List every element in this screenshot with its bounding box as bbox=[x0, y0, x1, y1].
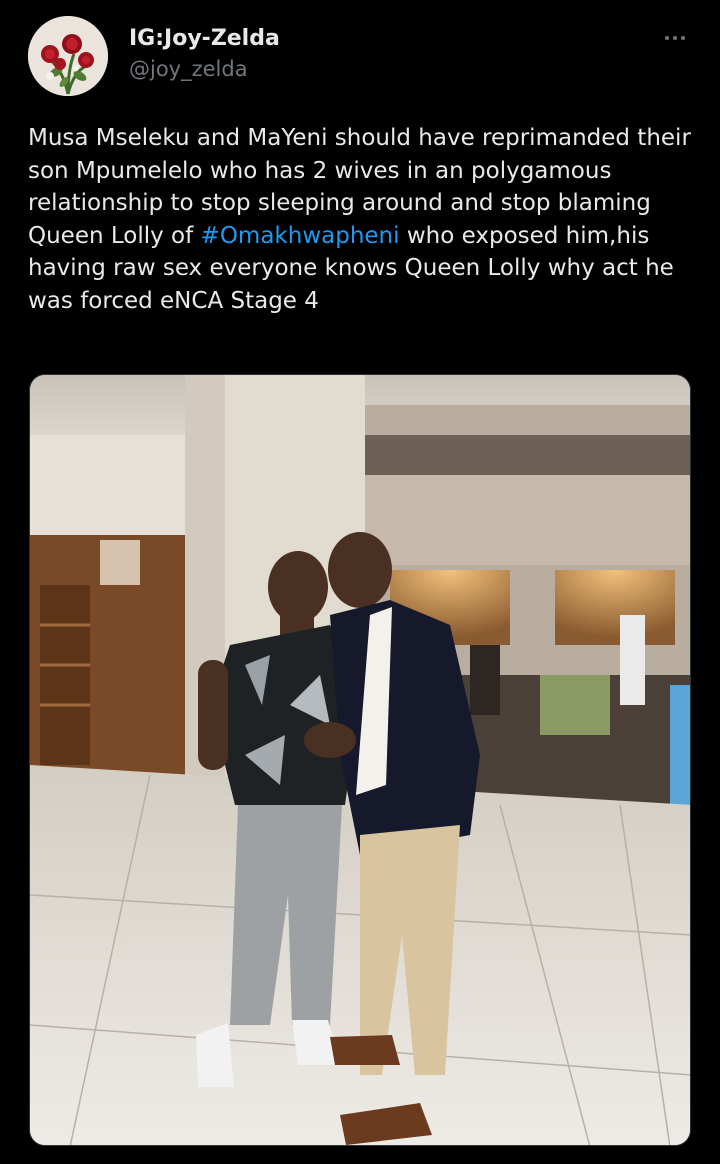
author-info: IG:Joy-Zelda @joy_zelda bbox=[129, 24, 280, 84]
more-options-icon[interactable] bbox=[660, 26, 690, 50]
photo-image bbox=[30, 375, 690, 1145]
tweet-photo[interactable] bbox=[29, 374, 691, 1146]
hashtag-link[interactable]: #Omakhwapheni bbox=[201, 223, 400, 249]
tweet-text: Musa Mseleku and MaYeni should have repr… bbox=[28, 122, 698, 317]
display-name[interactable]: IG:Joy-Zelda bbox=[129, 24, 280, 54]
user-handle[interactable]: @joy_zelda bbox=[129, 54, 280, 84]
tweet-card: IG:Joy-Zelda @joy_zelda Musa Mseleku and… bbox=[0, 0, 720, 1164]
avatar[interactable] bbox=[28, 16, 108, 96]
rose-bouquet-icon bbox=[28, 16, 108, 96]
